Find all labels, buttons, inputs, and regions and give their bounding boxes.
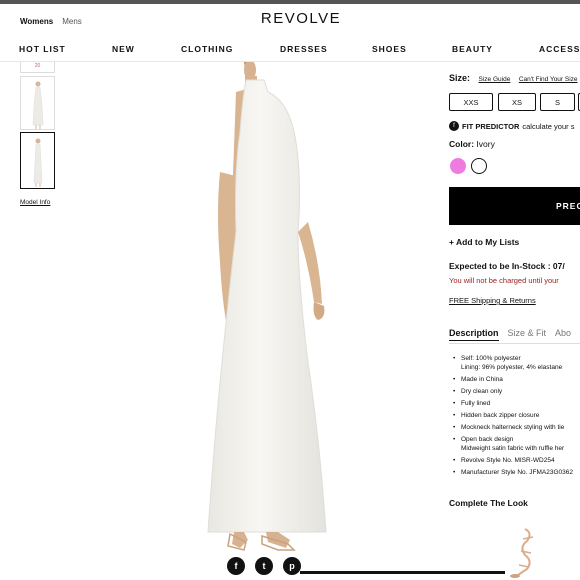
fit-predictor[interactable]: f FIT PREDICTOR calculate your s xyxy=(449,121,574,131)
color-value: Ivory xyxy=(476,139,495,149)
complete-the-look-heading: Complete The Look xyxy=(449,498,528,508)
color-row: Color: Ivory xyxy=(449,139,495,149)
nav-dresses[interactable]: DRESSES xyxy=(280,44,328,54)
product-details-panel: Size: Size Guide Can't Find Your Size XX… xyxy=(449,0,580,580)
thumbnail-model-image xyxy=(33,138,43,187)
fit-predictor-text: calculate your s xyxy=(522,121,575,131)
model-info-link[interactable]: Model Info xyxy=(20,199,50,206)
list-item: Fully lined xyxy=(453,399,573,408)
fit-predictor-icon: f xyxy=(449,121,459,131)
nav-shoes[interactable]: SHOES xyxy=(372,44,407,54)
thumbnail-2[interactable] xyxy=(20,76,55,130)
swatch-ivory-selected[interactable] xyxy=(471,158,487,174)
nav-hot-list[interactable]: HOT LIST xyxy=(19,44,66,54)
size-guide-link[interactable]: Size Guide xyxy=(479,76,511,83)
list-item: Made in China xyxy=(453,375,573,384)
list-item: Self: 100% polyesterLining: 96% polyeste… xyxy=(453,354,573,372)
list-item: Revolve Style No. MISR-WD254 xyxy=(453,456,573,465)
pinterest-icon[interactable]: p xyxy=(283,557,301,575)
thumbnail-1[interactable]: 20 xyxy=(20,62,55,73)
dress-model-illustration xyxy=(207,60,327,551)
not-charged-notice: You will not be charged until your xyxy=(449,276,559,285)
thumbnail-3-selected[interactable] xyxy=(20,132,55,189)
add-to-lists-link[interactable]: + Add to My Lists xyxy=(449,237,519,247)
size-button-xxs[interactable]: XXS xyxy=(449,93,493,111)
product-tabs: Description Size & Fit Abo xyxy=(449,328,571,341)
free-shipping-link[interactable]: FREE Shipping & Returns xyxy=(449,296,536,305)
color-label: Color: xyxy=(449,139,475,149)
tab-description[interactable]: Description xyxy=(449,328,499,341)
list-item: Hidden back zipper closure xyxy=(453,411,573,420)
sandal-product-image[interactable] xyxy=(505,525,539,580)
thumb-caption: 20 xyxy=(34,63,41,69)
cant-find-size-link[interactable]: Can't Find Your Size xyxy=(519,76,578,83)
list-item: Open back designMidweight satin fabric w… xyxy=(453,435,573,453)
list-item: Mockneck halterneck styling with tie xyxy=(453,423,573,432)
tab-size-fit[interactable]: Size & Fit xyxy=(508,328,547,341)
facebook-icon[interactable]: f xyxy=(227,557,245,575)
swatch-pink[interactable] xyxy=(450,158,466,174)
thumbnail-model-image xyxy=(32,81,44,129)
description-list: Self: 100% polyesterLining: 96% polyeste… xyxy=(453,354,573,480)
fit-predictor-label: FIT PREDICTOR xyxy=(462,121,520,131)
list-item: Manufacturer Style No. JFMA23G0362 xyxy=(453,468,573,477)
size-label: Size: xyxy=(449,73,471,83)
nav-clothing[interactable]: CLOTHING xyxy=(181,44,233,54)
size-button-xs[interactable]: XS xyxy=(498,93,536,111)
size-row: Size: Size Guide Can't Find Your Size xyxy=(449,73,578,83)
add-to-bag-button[interactable]: PREC xyxy=(449,187,580,225)
list-item: Dry clean only xyxy=(453,387,573,396)
twitter-icon[interactable]: t xyxy=(255,557,273,575)
tab-about[interactable]: Abo xyxy=(555,328,571,341)
product-main-image[interactable] xyxy=(148,60,392,552)
social-share: f t p xyxy=(227,557,301,575)
expected-stock-text: Expected to be In-Stock : 07/ xyxy=(449,261,565,271)
tab-divider xyxy=(449,343,580,344)
size-button-s[interactable]: S xyxy=(540,93,575,111)
nav-new[interactable]: NEW xyxy=(112,44,135,54)
